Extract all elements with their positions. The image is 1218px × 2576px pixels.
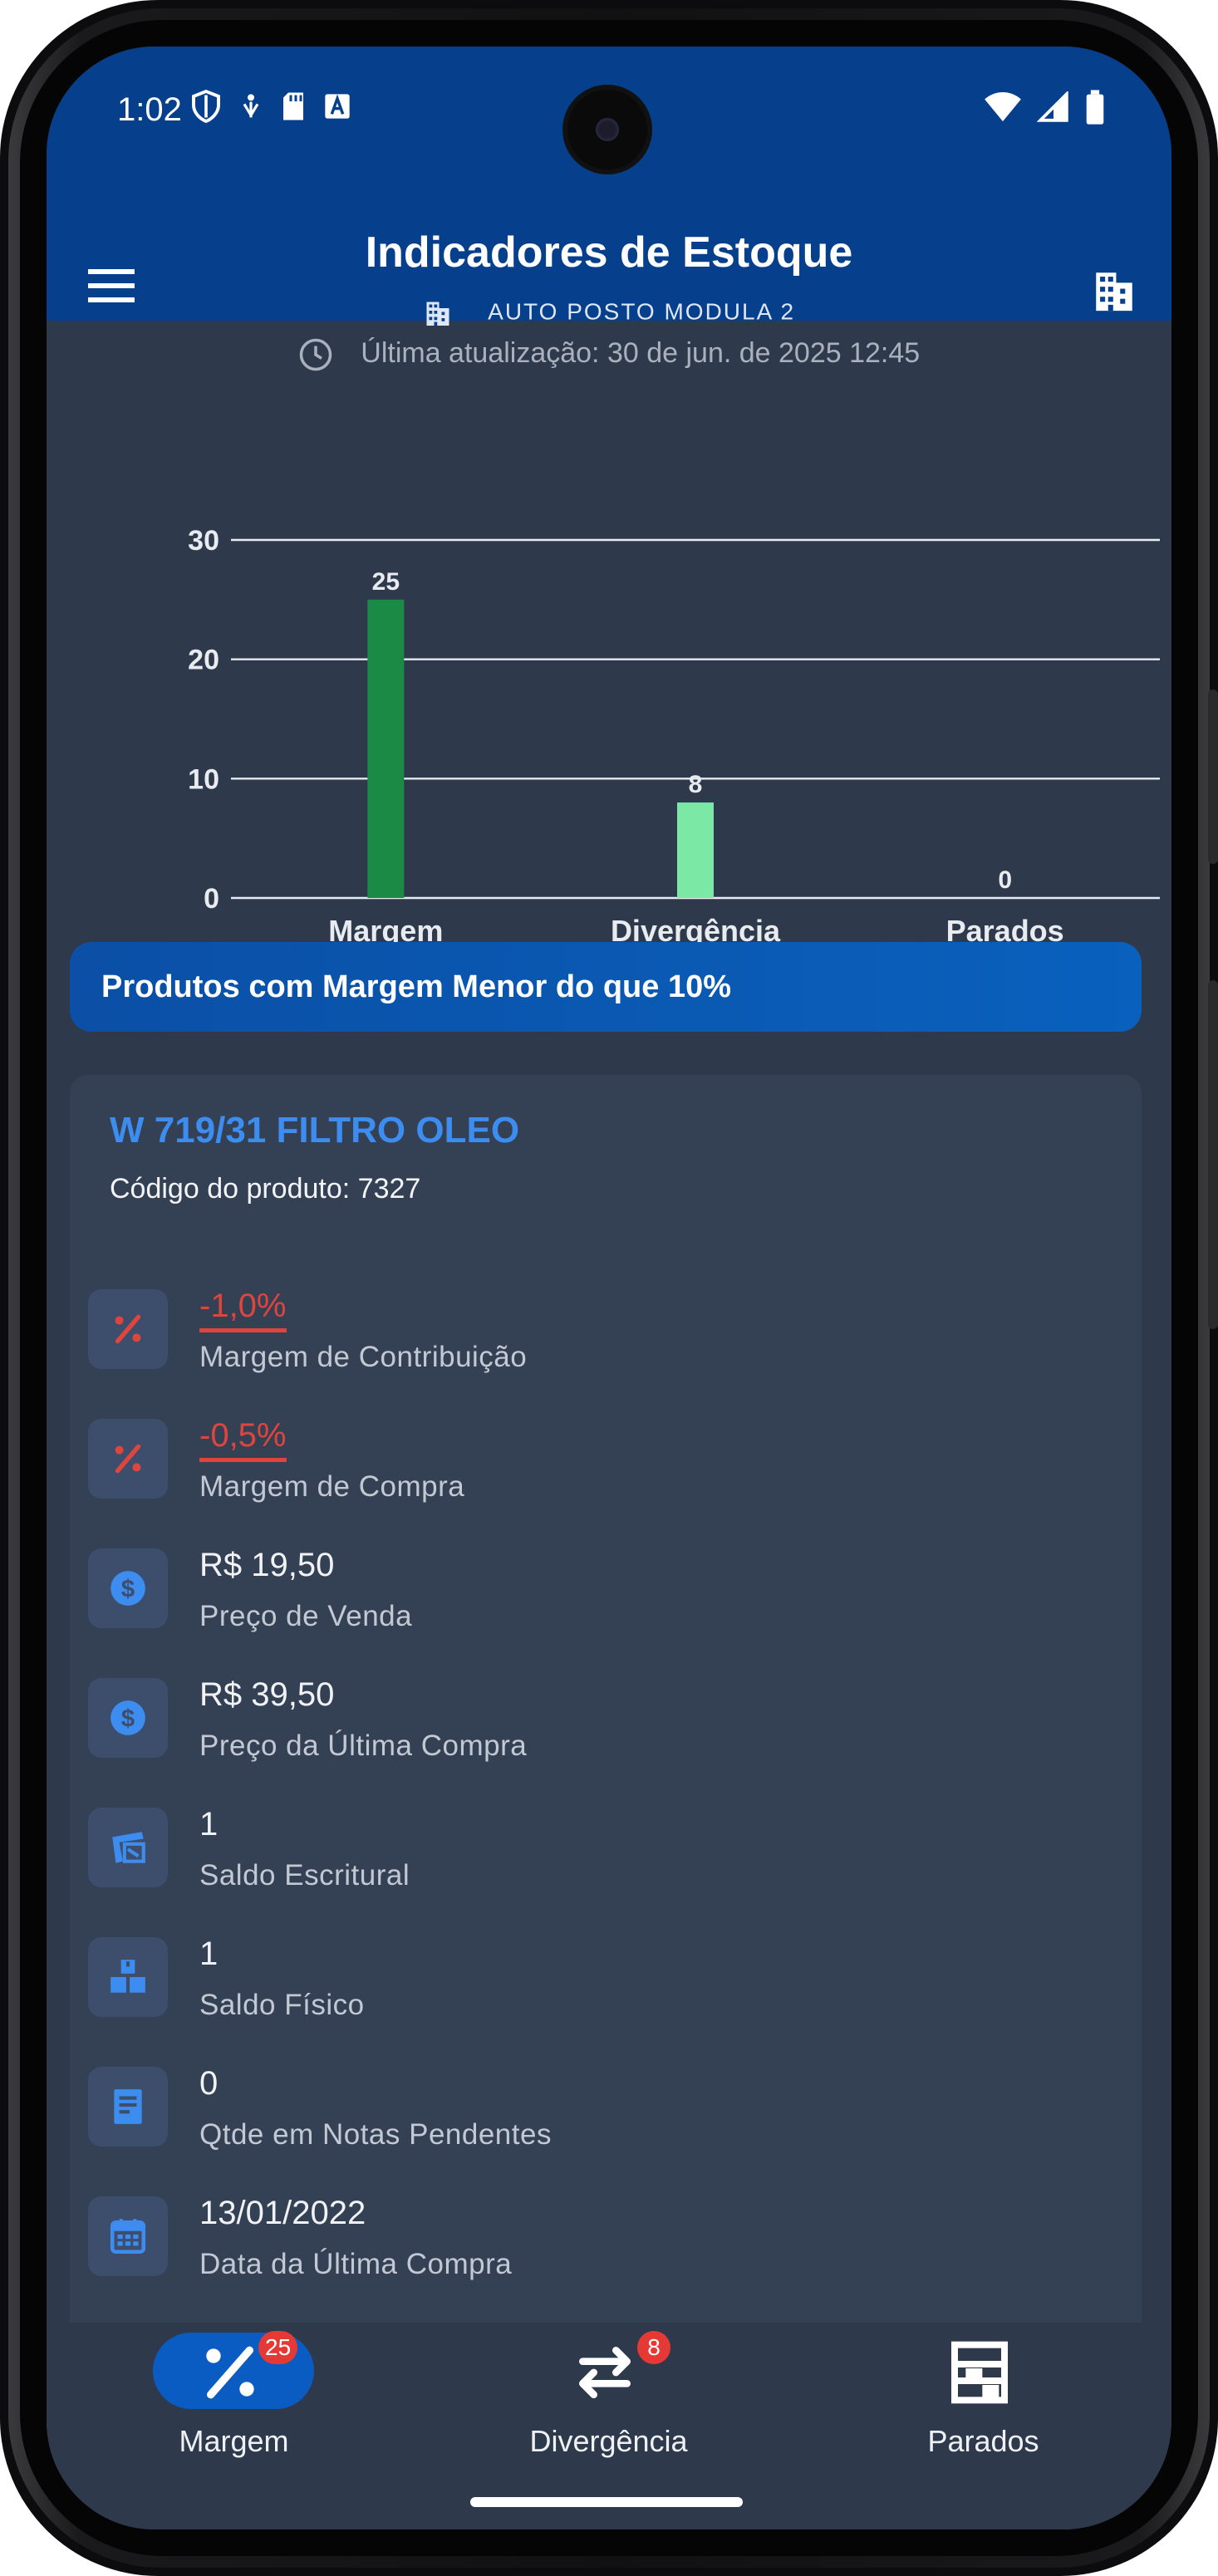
- badge-count: 8: [637, 2331, 670, 2364]
- front-camera: [567, 90, 647, 169]
- sd-card-icon: [283, 92, 303, 120]
- detail-value: 0: [199, 2065, 219, 2102]
- y-tick-label: 0: [204, 883, 219, 915]
- detail-value: -1,0%: [199, 1288, 287, 1332]
- nav-label: Parados: [927, 2424, 1039, 2458]
- detail-label: Data da Última Compra: [199, 2248, 513, 2280]
- screen: 1:02 Indicadores de Estoque AUTO POSTO M…: [47, 47, 1171, 2529]
- bar: [367, 599, 405, 898]
- shelf-icon: [951, 2341, 1008, 2404]
- detail-label: Margem de Compra: [199, 1470, 465, 1503]
- percent-icon: [88, 1289, 168, 1369]
- font-a-icon: [325, 94, 350, 119]
- calendar-icon: [88, 2196, 168, 2276]
- ledger-icon: [88, 1808, 168, 1887]
- cell-signal-icon: [1037, 91, 1068, 122]
- battery-icon: [1086, 90, 1104, 125]
- detail-row: $ R$ 39,50 Preço da Última Compra: [88, 1676, 1127, 1808]
- status-time: 1:02: [117, 91, 182, 128]
- detail-value: 1: [199, 1936, 219, 1972]
- detail-label: Preço de Venda: [199, 1600, 413, 1632]
- power-button: [1208, 980, 1218, 1329]
- y-tick-label: 20: [188, 645, 219, 676]
- detail-row: -0,5% Margem de Compra: [88, 1417, 1127, 1548]
- product-name: W 719/31 FILTRO OLEO: [110, 1110, 520, 1151]
- shield-icon: [192, 90, 220, 123]
- clock-icon: [299, 338, 332, 371]
- select-company-button[interactable]: [1090, 267, 1138, 319]
- section-banner: Produtos com Margem Menor do que 10%: [70, 942, 1142, 1032]
- percent-icon: [88, 1419, 168, 1499]
- company-subtitle: AUTO POSTO MODULA 2: [47, 298, 1171, 328]
- data-label: 0: [998, 866, 1012, 894]
- usb-debug-icon: [243, 94, 259, 118]
- building-icon: [426, 302, 449, 326]
- boxes-icon: [88, 1937, 168, 2017]
- detail-label: Preço da Última Compra: [199, 1730, 528, 1762]
- nav-label: Margem: [179, 2424, 289, 2458]
- detail-value: 13/01/2022: [199, 2195, 366, 2231]
- phone-frame: 1:02 Indicadores de Estoque AUTO POSTO M…: [0, 0, 1218, 2576]
- nav-label: Divergência: [529, 2424, 688, 2458]
- detail-value: R$ 19,50: [199, 1547, 335, 1583]
- company-name: AUTO POSTO MODULA 2: [488, 298, 796, 325]
- data-label: 25: [372, 568, 400, 596]
- detail-label: Saldo Físico: [199, 1989, 365, 2021]
- last-update: Última atualização: 30 de jun. de 2025 1…: [47, 337, 1171, 379]
- volume-button: [1208, 689, 1218, 864]
- last-update-text: Última atualização: 30 de jun. de 2025 1…: [361, 337, 921, 369]
- detail-label: Qtde em Notas Pendentes: [199, 2118, 552, 2151]
- app-bar: 1:02 Indicadores de Estoque AUTO POSTO M…: [47, 47, 1171, 326]
- dollar-icon: $: [88, 1548, 168, 1628]
- stock-indicators-chart: 010203025Margem8Divergência0Parados: [188, 525, 1160, 948]
- receipt-icon: [88, 2067, 168, 2147]
- percent-icon: [206, 2346, 254, 2399]
- nav-tab-margem[interactable]: 25 Margem: [47, 2323, 421, 2529]
- detail-row: $ R$ 19,50 Preço de Venda: [88, 1547, 1127, 1678]
- detail-row: 0 Qtde em Notas Pendentes: [88, 2065, 1127, 2196]
- product-card[interactable]: W 719/31 FILTRO OLEO Código do produto: …: [70, 1075, 1142, 2387]
- home-indicator[interactable]: [470, 2497, 743, 2507]
- status-right-icons: [984, 90, 1105, 125]
- svg-text:$: $: [121, 1576, 135, 1602]
- dollar-icon: $: [88, 1678, 168, 1758]
- detail-row: 13/01/2022 Data da Última Compra: [88, 2195, 1127, 2326]
- nav-tab-parados[interactable]: Parados: [796, 2323, 1171, 2529]
- detail-row: -1,0% Margem de Contribuição: [88, 1288, 1127, 1419]
- page-title: Indicadores de Estoque: [365, 228, 853, 277]
- detail-value: 1: [199, 1806, 219, 1842]
- wifi-icon: [985, 91, 1021, 122]
- y-tick-label: 10: [188, 763, 219, 795]
- detail-label: Margem de Contribuição: [199, 1341, 528, 1373]
- swap-arrows-icon: [579, 2347, 631, 2398]
- y-tick-label: 30: [188, 525, 219, 557]
- detail-row: 1 Saldo Físico: [88, 1936, 1127, 2067]
- product-details: -1,0% Margem de Contribuição -0,5% Margem d…: [88, 1288, 1127, 2326]
- bar: [677, 802, 714, 898]
- svg-text:$: $: [121, 1705, 135, 1732]
- detail-row: 1 Saldo Escritural: [88, 1806, 1127, 1937]
- building-icon: [1096, 272, 1132, 312]
- detail-value: R$ 39,50: [199, 1676, 335, 1713]
- data-label: 8: [689, 771, 703, 798]
- detail-value: -0,5%: [199, 1417, 287, 1462]
- product-code: Código do produto: 7327: [110, 1173, 421, 1205]
- status-left-icons: [191, 90, 351, 123]
- detail-label: Saldo Escritural: [199, 1859, 410, 1892]
- badge-count: 25: [258, 2331, 298, 2364]
